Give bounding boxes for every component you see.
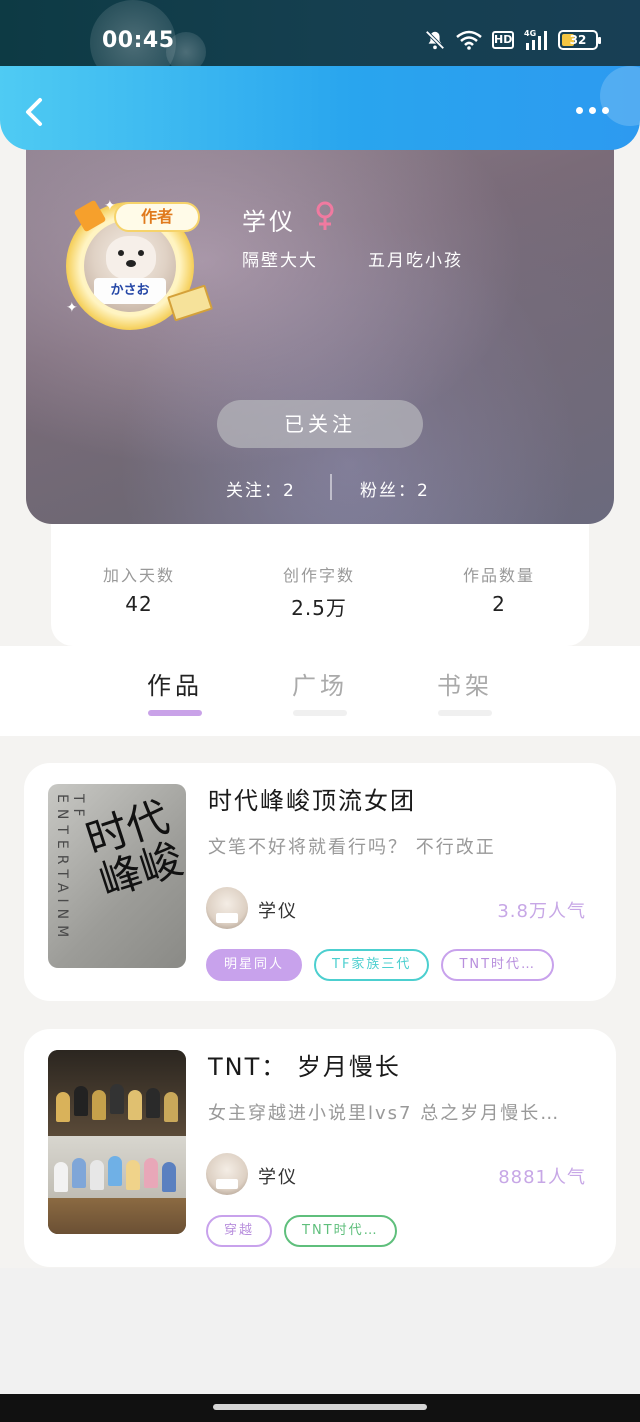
avatar[interactable]: かさお 作者 ✦ ✦ [66, 194, 214, 334]
tag-row: 明星同人 TF家族三代 TNT时代… [206, 949, 555, 983]
svg-text:4G: 4G [524, 29, 536, 38]
stat-label: 创作字数 [282, 566, 355, 585]
stats-card: 加入天数 42 创作字数 2.5万 作品数量 2 [51, 510, 589, 646]
status-time: 00:45 [102, 28, 175, 53]
chevron-left-icon[interactable] [20, 94, 50, 130]
status-icons: HD 4G 32 [424, 29, 601, 51]
following-count[interactable]: 关注：2 [226, 476, 296, 501]
author-row: 学仪 8881人气 [206, 1153, 586, 1197]
stat-word-count: 创作字数 2.5万 [249, 562, 389, 621]
work-cover[interactable] [48, 1050, 186, 1234]
battery-icon: 32 [558, 30, 601, 50]
wifi-icon [456, 30, 482, 50]
stat-label: 加入天数 [102, 566, 175, 585]
username: 学仪 [242, 208, 296, 236]
profile-tag: 五月吃小孩 [368, 251, 463, 271]
work-tag[interactable]: 明星同人 [206, 949, 303, 981]
divider [330, 474, 332, 500]
work-description: 女主穿越进小说里lvs7 总之岁月慢长… [208, 1103, 561, 1124]
profile-card: かさお 作者 ✦ ✦ 学仪 隔壁大大 五月吃小孩 已关注 关注：2 粉丝：2 [26, 120, 614, 524]
tab-bookshelf[interactable]: 书架 [425, 666, 505, 701]
system-nav-bar [0, 1394, 640, 1422]
work-tag[interactable]: TNT时代… [284, 1215, 397, 1247]
stat-value: 42 [125, 592, 153, 616]
stat-value: 2.5万 [291, 596, 347, 620]
work-description: 文笔不好将就看行吗？ 不行改正 [208, 837, 496, 858]
author-avatar[interactable] [206, 887, 248, 929]
work-tag[interactable]: 穿越 [206, 1215, 273, 1247]
stat-join-days: 加入天数 42 [69, 562, 209, 616]
tag-row: 穿越 TNT时代… [206, 1215, 397, 1249]
work-tag[interactable]: TF家族三代 [314, 949, 430, 981]
bottom-area [0, 1268, 640, 1394]
cover-calligraphy: 时代峰峻 [79, 791, 186, 907]
avatar-sign: かさお [94, 278, 166, 304]
author-name[interactable]: 学仪 [258, 897, 298, 923]
sparkle-icon: ✦ [66, 300, 78, 316]
mute-icon [425, 30, 445, 50]
tab-indicator [148, 710, 202, 716]
tab-square[interactable]: 广场 [280, 666, 360, 701]
stat-value: 2 [492, 592, 506, 616]
tab-works[interactable]: 作品 [135, 666, 215, 701]
avatar-image: かさお [84, 220, 176, 312]
status-bar: 00:45 HD 4G 32 [0, 0, 640, 86]
popularity-count: 3.8万人气 [497, 901, 586, 922]
author-row: 学仪 3.8万人气 [206, 887, 586, 931]
popularity-count: 8881人气 [498, 1167, 586, 1188]
follow-stats: 关注：2 粉丝：2 [26, 474, 614, 504]
home-indicator[interactable] [213, 1404, 427, 1410]
stat-label: 作品数量 [462, 566, 535, 585]
author-avatar[interactable] [206, 1153, 248, 1195]
work-card[interactable]: TF ENTERTAINM 时代峰峻 时代峰峻顶流女团 文笔不好将就看行吗？ 不… [24, 763, 616, 1001]
work-cover[interactable]: TF ENTERTAINM 时代峰峻 [48, 784, 186, 968]
work-card[interactable]: TNT： 岁月慢长 女主穿越进小说里lvs7 总之岁月慢长… 学仪 8881人气… [24, 1029, 616, 1267]
tab-indicator [293, 710, 347, 716]
fans-count[interactable]: 粉丝：2 [360, 476, 430, 501]
work-tag[interactable]: TNT时代… [441, 949, 555, 981]
author-name[interactable]: 学仪 [258, 1163, 298, 1189]
tab-bar: 作品 广场 书架 [0, 646, 640, 736]
sparkle-icon: ✦ [104, 198, 116, 214]
header-decoration [600, 66, 640, 126]
header-bar [0, 66, 640, 150]
more-horizontal-icon[interactable] [576, 104, 612, 116]
author-badge: 作者 [114, 202, 200, 232]
tab-indicator [438, 710, 492, 716]
stat-works-count: 作品数量 2 [429, 562, 569, 616]
work-title[interactable]: 时代峰峻顶流女团 [208, 781, 416, 816]
hd-icon: HD [492, 31, 514, 49]
profile-tag: 隔壁大大 [242, 251, 318, 271]
follow-button[interactable]: 已关注 [217, 400, 423, 448]
female-icon [316, 201, 334, 230]
signal-icon: 4G [524, 29, 547, 50]
work-title[interactable]: TNT： 岁月慢长 [208, 1047, 401, 1082]
